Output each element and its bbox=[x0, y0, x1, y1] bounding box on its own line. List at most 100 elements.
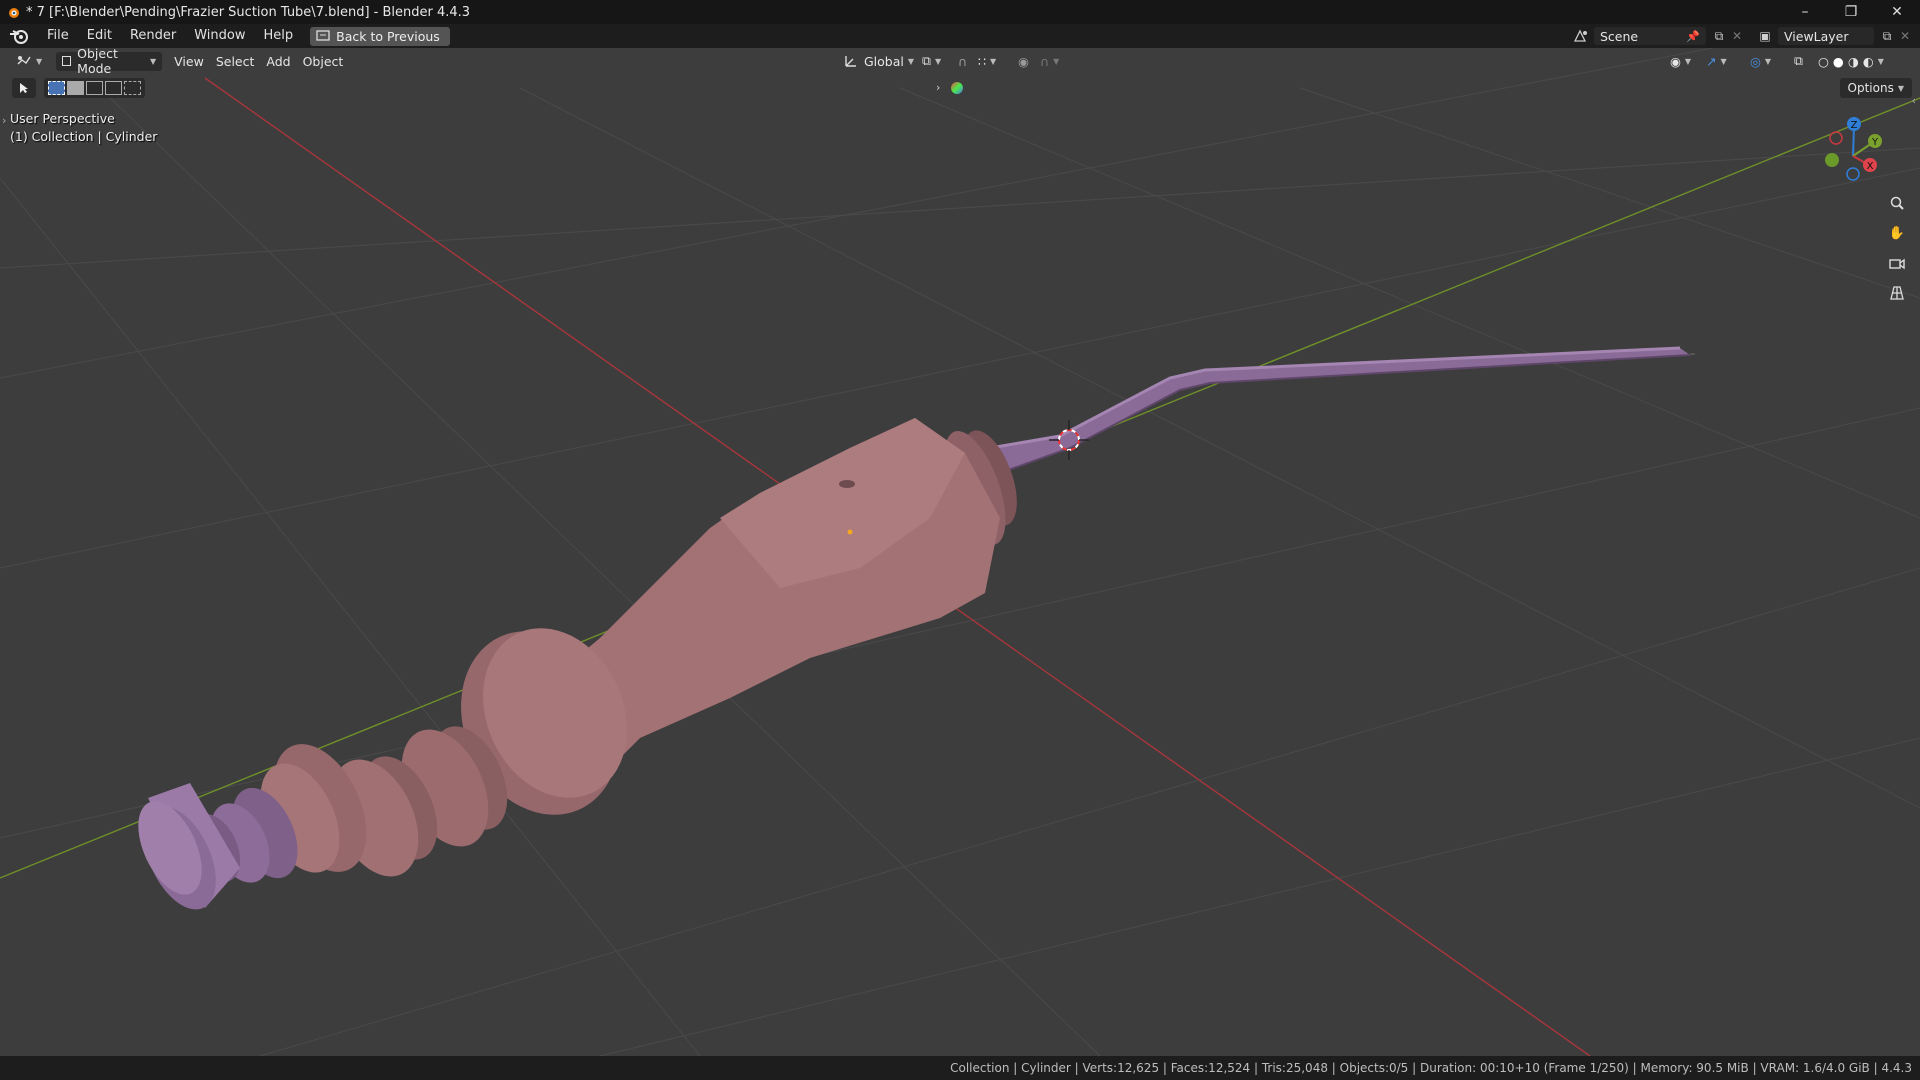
selection-mode-group[interactable] bbox=[44, 78, 145, 98]
menu-object[interactable]: Object bbox=[297, 52, 350, 71]
close-button[interactable]: ✕ bbox=[1874, 0, 1920, 24]
3d-view-icon bbox=[17, 56, 31, 65]
chevron-down-icon: ▼ bbox=[1720, 56, 1727, 66]
top-menubar: File Edit Render Window Help Back to Pre… bbox=[0, 24, 1920, 48]
hand-pan-icon[interactable]: ✋ bbox=[1884, 220, 1910, 246]
minimize-button[interactable]: – bbox=[1782, 0, 1828, 24]
shading-modes[interactable]: ○ ● ◑ ◐ ▼ bbox=[1812, 52, 1890, 71]
sidebar-collapse-icon[interactable]: ‹ bbox=[1912, 94, 1916, 107]
visibility-dropdown[interactable]: ◉ ▼ bbox=[1664, 52, 1697, 71]
gizmo-toggle[interactable]: ↗ ▼ bbox=[1700, 52, 1733, 71]
window-title: * 7 [F:\Blender\Pending\Frazier Suction … bbox=[26, 4, 471, 20]
menu-window[interactable]: Window bbox=[185, 26, 254, 46]
status-bar: Collection | Cylinder | Verts:12,625 | F… bbox=[0, 1056, 1920, 1080]
material-shading-icon[interactable]: ◑ bbox=[1848, 54, 1859, 69]
orientation-label: Global bbox=[864, 53, 904, 69]
options-dropdown[interactable]: Options ▼ bbox=[1839, 78, 1912, 98]
menu-help[interactable]: Help bbox=[255, 26, 303, 46]
chevron-down-icon: ▼ bbox=[1877, 56, 1884, 66]
menu-add[interactable]: Add bbox=[260, 52, 296, 71]
select-new-icon[interactable] bbox=[48, 81, 65, 95]
handle-mesh[interactable] bbox=[245, 418, 1028, 890]
gizmo-neg-y[interactable] bbox=[1825, 153, 1839, 167]
select-intersect-icon[interactable] bbox=[124, 81, 141, 95]
scene-name-field[interactable]: Scene 📌 bbox=[1594, 27, 1706, 45]
proportional-icon: ◉ bbox=[1018, 53, 1029, 69]
new-scene-icon[interactable]: ⧉ bbox=[1710, 27, 1728, 45]
gizmo-x-label: X bbox=[1867, 161, 1874, 172]
blender-logo-icon[interactable] bbox=[8, 27, 30, 45]
snap-toggle[interactable]: ∩ bbox=[952, 52, 973, 71]
rendered-shading-icon[interactable]: ◐ bbox=[1863, 54, 1874, 69]
navigation-tools: ✋ bbox=[1884, 190, 1910, 310]
editor-type-button[interactable]: ▼ bbox=[10, 52, 48, 71]
object-mode-dropdown[interactable]: Object Mode ▼ bbox=[56, 48, 163, 76]
viewport-scene[interactable] bbox=[0, 48, 1920, 1056]
eye-icon: ◉ bbox=[1670, 53, 1681, 69]
chevron-down-icon: ▼ bbox=[1053, 56, 1060, 66]
falloff-icon: ∩ bbox=[1040, 53, 1050, 69]
select-tool-button[interactable] bbox=[12, 78, 36, 98]
falloff-dropdown[interactable]: ∩ ▼ bbox=[1034, 52, 1065, 71]
select-subtract-icon[interactable] bbox=[86, 81, 103, 95]
pivot-icon: ⧉ bbox=[922, 53, 931, 68]
gizmo-neg-z[interactable] bbox=[1846, 167, 1860, 181]
chevron-down-icon: ▼ bbox=[1764, 56, 1772, 66]
color-wheel-icon[interactable] bbox=[951, 82, 963, 94]
object-mode-icon bbox=[62, 56, 72, 66]
transform-orientation-dropdown[interactable]: Global ▼ bbox=[838, 52, 920, 71]
chevron-down-icon: ▼ bbox=[989, 56, 997, 66]
grid-perspective-icon[interactable] bbox=[1884, 280, 1910, 306]
select-invert-icon[interactable] bbox=[105, 81, 122, 95]
view-layer-field[interactable]: ViewLayer bbox=[1778, 27, 1874, 45]
snap-target-dropdown[interactable]: ∷ ▼ bbox=[972, 52, 1002, 71]
view-layer-icon[interactable]: ▣ bbox=[1756, 27, 1774, 45]
delete-scene-icon[interactable]: ✕ bbox=[1728, 27, 1746, 45]
suction-tube-mesh[interactable] bbox=[989, 346, 1695, 474]
snap-grid-icon: ∷ bbox=[978, 53, 986, 69]
wireframe-shading-icon[interactable]: ○ bbox=[1818, 54, 1829, 69]
menu-select[interactable]: Select bbox=[210, 52, 261, 71]
tool-settings-row bbox=[12, 78, 145, 98]
xray-toggle[interactable]: ⧉ bbox=[1788, 52, 1809, 71]
chevron-down-icon: ▼ bbox=[1684, 56, 1692, 66]
screen-icon bbox=[316, 30, 330, 41]
options-label: Options bbox=[1847, 81, 1894, 95]
menu-file[interactable]: File bbox=[38, 26, 78, 46]
menu-render[interactable]: Render bbox=[121, 26, 185, 46]
toolbar-collapse-icon[interactable]: › bbox=[2, 114, 6, 127]
window-titlebar: * 7 [F:\Blender\Pending\Frazier Suction … bbox=[0, 0, 1920, 24]
cursor-arrow-icon bbox=[20, 83, 28, 93]
delete-view-layer-icon[interactable]: ✕ bbox=[1896, 27, 1914, 45]
select-extend-icon[interactable] bbox=[67, 81, 84, 95]
gizmo-icon: ↗ bbox=[1706, 53, 1717, 69]
chevron-down-icon: ▼ bbox=[150, 56, 157, 66]
maximize-button[interactable]: ❐ bbox=[1828, 0, 1874, 24]
overlays-toggle[interactable]: ◎ ▼ bbox=[1744, 52, 1777, 71]
proportional-editing-toggle[interactable]: ◉ bbox=[1012, 52, 1035, 71]
3d-viewport[interactable]: ▼ Object Mode ▼ View Select Add Object G… bbox=[0, 48, 1920, 1056]
blender-app-icon bbox=[9, 8, 19, 18]
scene-name: Scene bbox=[1600, 28, 1639, 44]
back-to-previous-button[interactable]: Back to Previous bbox=[310, 26, 450, 46]
pin-icon[interactable]: 📌 bbox=[1686, 30, 1700, 43]
camera-icon[interactable] bbox=[1884, 250, 1910, 276]
xray-icon: ⧉ bbox=[1794, 53, 1803, 68]
viewport-info-overlay: User Perspective (1) Collection | Cylind… bbox=[10, 110, 157, 146]
gizmo-y-label: Y bbox=[1871, 137, 1879, 148]
expand-tool-header-icon[interactable]: › bbox=[936, 81, 940, 94]
back-button-label: Back to Previous bbox=[336, 28, 440, 44]
pivot-point-dropdown[interactable]: ⧉ ▼ bbox=[916, 52, 947, 71]
zoom-icon[interactable] bbox=[1884, 190, 1910, 216]
gizmo-z-label: Z bbox=[1851, 120, 1858, 131]
scene-icon[interactable] bbox=[1572, 27, 1590, 45]
orientation-icon bbox=[845, 56, 856, 67]
gizmo-neg-x[interactable] bbox=[1829, 131, 1843, 145]
menu-edit[interactable]: Edit bbox=[78, 26, 121, 46]
chevron-down-icon: ▼ bbox=[36, 56, 43, 66]
scene-statistics: Collection | Cylinder | Verts:12,625 | F… bbox=[950, 1061, 1912, 1075]
solid-shading-icon[interactable]: ● bbox=[1833, 54, 1844, 69]
view-layer-name: ViewLayer bbox=[1784, 28, 1849, 44]
menu-view[interactable]: View bbox=[168, 52, 210, 71]
new-view-layer-icon[interactable]: ⧉ bbox=[1878, 27, 1896, 45]
